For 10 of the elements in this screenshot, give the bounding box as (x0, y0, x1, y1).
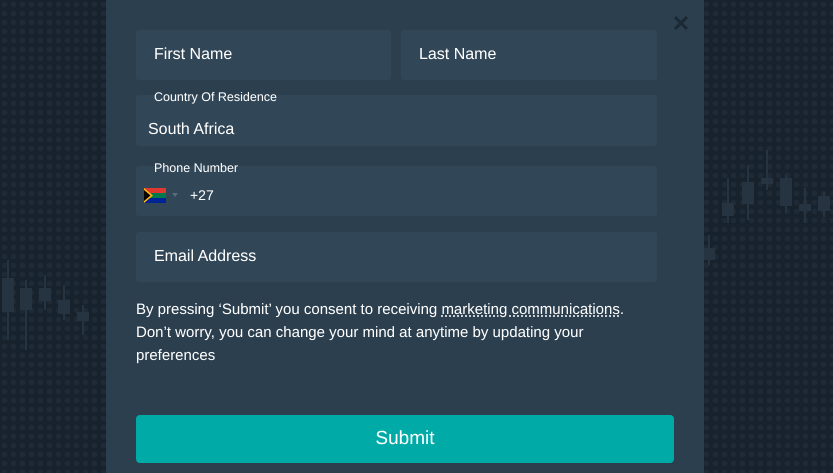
consent-text: By pressing ‘Submit’ you consent to receiving marketing communications. Don’t worry, you can change your mind at anytime by updating your preferences (136, 300, 626, 366)
field-value: South Africa (148, 120, 234, 138)
first-name-field[interactable]: First Name (136, 30, 391, 80)
email-field[interactable]: Email Address (136, 232, 657, 282)
field-value: +27 (190, 187, 214, 203)
close-icon[interactable] (674, 16, 688, 30)
flag-icon[interactable] (144, 188, 166, 202)
caret-icon[interactable] (172, 193, 178, 197)
last-name-field[interactable]: Last Name (401, 30, 657, 80)
marketing-link[interactable]: marketing communications (441, 301, 620, 318)
